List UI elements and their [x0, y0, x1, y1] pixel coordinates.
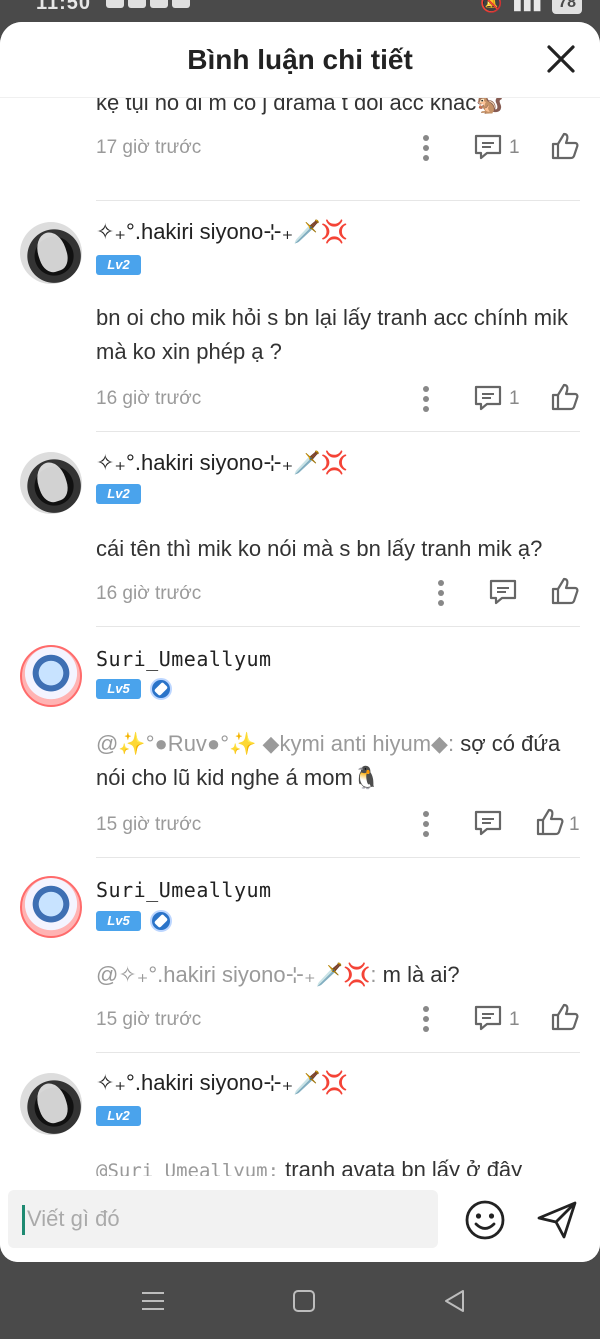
mention[interactable]: @✨°●Ruv●°✨ ◆kymi anti hiyum◆: [96, 731, 454, 756]
send-icon[interactable] [536, 1200, 578, 1240]
reply-count: 1 [509, 388, 520, 409]
rank-badge-icon [150, 678, 172, 700]
comment-time: 16 giờ trước [96, 388, 202, 409]
thumbs-up-icon[interactable] [550, 576, 580, 606]
level-badge: Lv2 [96, 1106, 141, 1126]
back-icon[interactable] [442, 1288, 468, 1314]
comment-body: m là ai? [376, 962, 460, 987]
more-vertical-icon[interactable] [421, 1005, 431, 1033]
notification-icons [106, 0, 190, 8]
avatar[interactable] [20, 876, 82, 938]
comment-text: bn oi cho mik hỏi s bn lại lấy tranh acc… [96, 305, 569, 364]
more-vertical-icon[interactable] [421, 810, 431, 838]
comment-time: 15 giờ trước [96, 814, 202, 835]
thumbs-up-icon[interactable] [535, 807, 565, 837]
level-badge: Lv5 [96, 911, 141, 931]
app-notification-icon [150, 0, 168, 8]
input-placeholder: Viết gì đó [27, 1206, 120, 1231]
divider [96, 431, 580, 432]
more-vertical-icon[interactable] [421, 385, 431, 413]
comment-text: cái tên thì mik ko nói mà s bn lấy tranh… [96, 536, 543, 561]
comment-input[interactable]: Viết gì đó [8, 1190, 438, 1248]
battery-icon: 78 [552, 0, 582, 14]
mention[interactable]: @Suri_Umeallyum: [96, 1160, 279, 1176]
comment-detail-sheet: Bình luận chi tiết kệ tụi nó đi m có j d… [0, 22, 600, 1262]
app-notification-icon [106, 0, 124, 8]
app-notification-icon [172, 0, 190, 8]
avatar[interactable] [20, 222, 82, 284]
username[interactable]: ✧₊°.hakiri siyono⊹₊🗡️💢 [96, 219, 348, 245]
comment-icon[interactable] [473, 809, 503, 837]
comment-icon[interactable] [473, 1004, 503, 1032]
level-badge: Lv2 [96, 484, 141, 504]
header: Bình luận chi tiết [0, 22, 600, 98]
divider [96, 857, 580, 858]
comment-body: tranh avata bn lấy ở đây [279, 1157, 523, 1176]
comment-time: 16 giờ trước [96, 583, 202, 604]
username[interactable]: ✧₊°.hakiri siyono⊹₊🗡️💢 [96, 450, 348, 476]
divider [96, 626, 580, 627]
username[interactable]: ✧₊°.hakiri siyono⊹₊🗡️💢 [96, 1070, 348, 1096]
comment-icon[interactable] [488, 578, 518, 606]
username[interactable]: Suri_Umeallyum [96, 878, 272, 902]
text-caret [22, 1205, 25, 1236]
avatar[interactable] [20, 645, 82, 707]
status-bar: 11:50 🔕 ▮▮▮ 78 [0, 0, 600, 24]
reply-count: 1 [509, 1009, 520, 1030]
reply-count: 1 [509, 137, 520, 158]
avatar[interactable] [20, 452, 82, 514]
username[interactable]: Suri_Umeallyum [96, 647, 272, 671]
comment-time: 15 giờ trước [96, 1009, 202, 1030]
avatar[interactable] [20, 1073, 82, 1135]
mute-icon: 🔕 [480, 0, 503, 13]
smile-icon[interactable] [464, 1199, 506, 1241]
thumbs-up-icon[interactable] [550, 131, 580, 161]
signal-icon: ▮▮▮ [512, 0, 543, 13]
comment-text: @✧₊°.hakiri siyono⊹₊🗡️💢: m là ai? [96, 958, 586, 992]
comment-list[interactable]: kệ tụi nó đi m có j drama t đổi acc khác… [0, 98, 600, 1176]
like-count: 1 [569, 814, 580, 835]
page-title: Bình luận chi tiết [187, 44, 413, 75]
system-nav-bar [0, 1262, 600, 1339]
level-badge: Lv5 [96, 679, 141, 699]
close-icon[interactable] [544, 42, 578, 76]
home-icon[interactable] [291, 1288, 317, 1314]
system-status-icons: 🔕 ▮▮▮ 78 [480, 0, 582, 14]
menu-icon[interactable] [140, 1288, 166, 1314]
more-vertical-icon[interactable] [436, 579, 446, 607]
app-notification-icon [128, 0, 146, 8]
thumbs-up-icon[interactable] [550, 382, 580, 412]
status-time: 11:50 [36, 0, 92, 14]
level-badge: Lv2 [96, 255, 141, 275]
comment-text: kệ tụi nó đi m có j drama t đổi acc khác… [96, 98, 504, 115]
comment-text: @✨°●Ruv●°✨ ◆kymi anti hiyum◆: sợ có đứa … [96, 727, 586, 795]
comment-time: 17 giờ trước [96, 137, 202, 158]
thumbs-up-icon[interactable] [550, 1002, 580, 1032]
more-vertical-icon[interactable] [421, 134, 431, 162]
divider [96, 1052, 580, 1053]
divider [96, 200, 580, 201]
comment-text: @Suri_Umeallyum: tranh avata bn lấy ở đâ… [96, 1153, 586, 1176]
comment-icon[interactable] [473, 133, 503, 161]
mention[interactable]: @✧₊°.hakiri siyono⊹₊🗡️💢: [96, 962, 377, 987]
comment-input-bar: Viết gì đó [0, 1176, 600, 1262]
rank-badge-icon [150, 910, 172, 932]
comment-icon[interactable] [473, 384, 503, 412]
